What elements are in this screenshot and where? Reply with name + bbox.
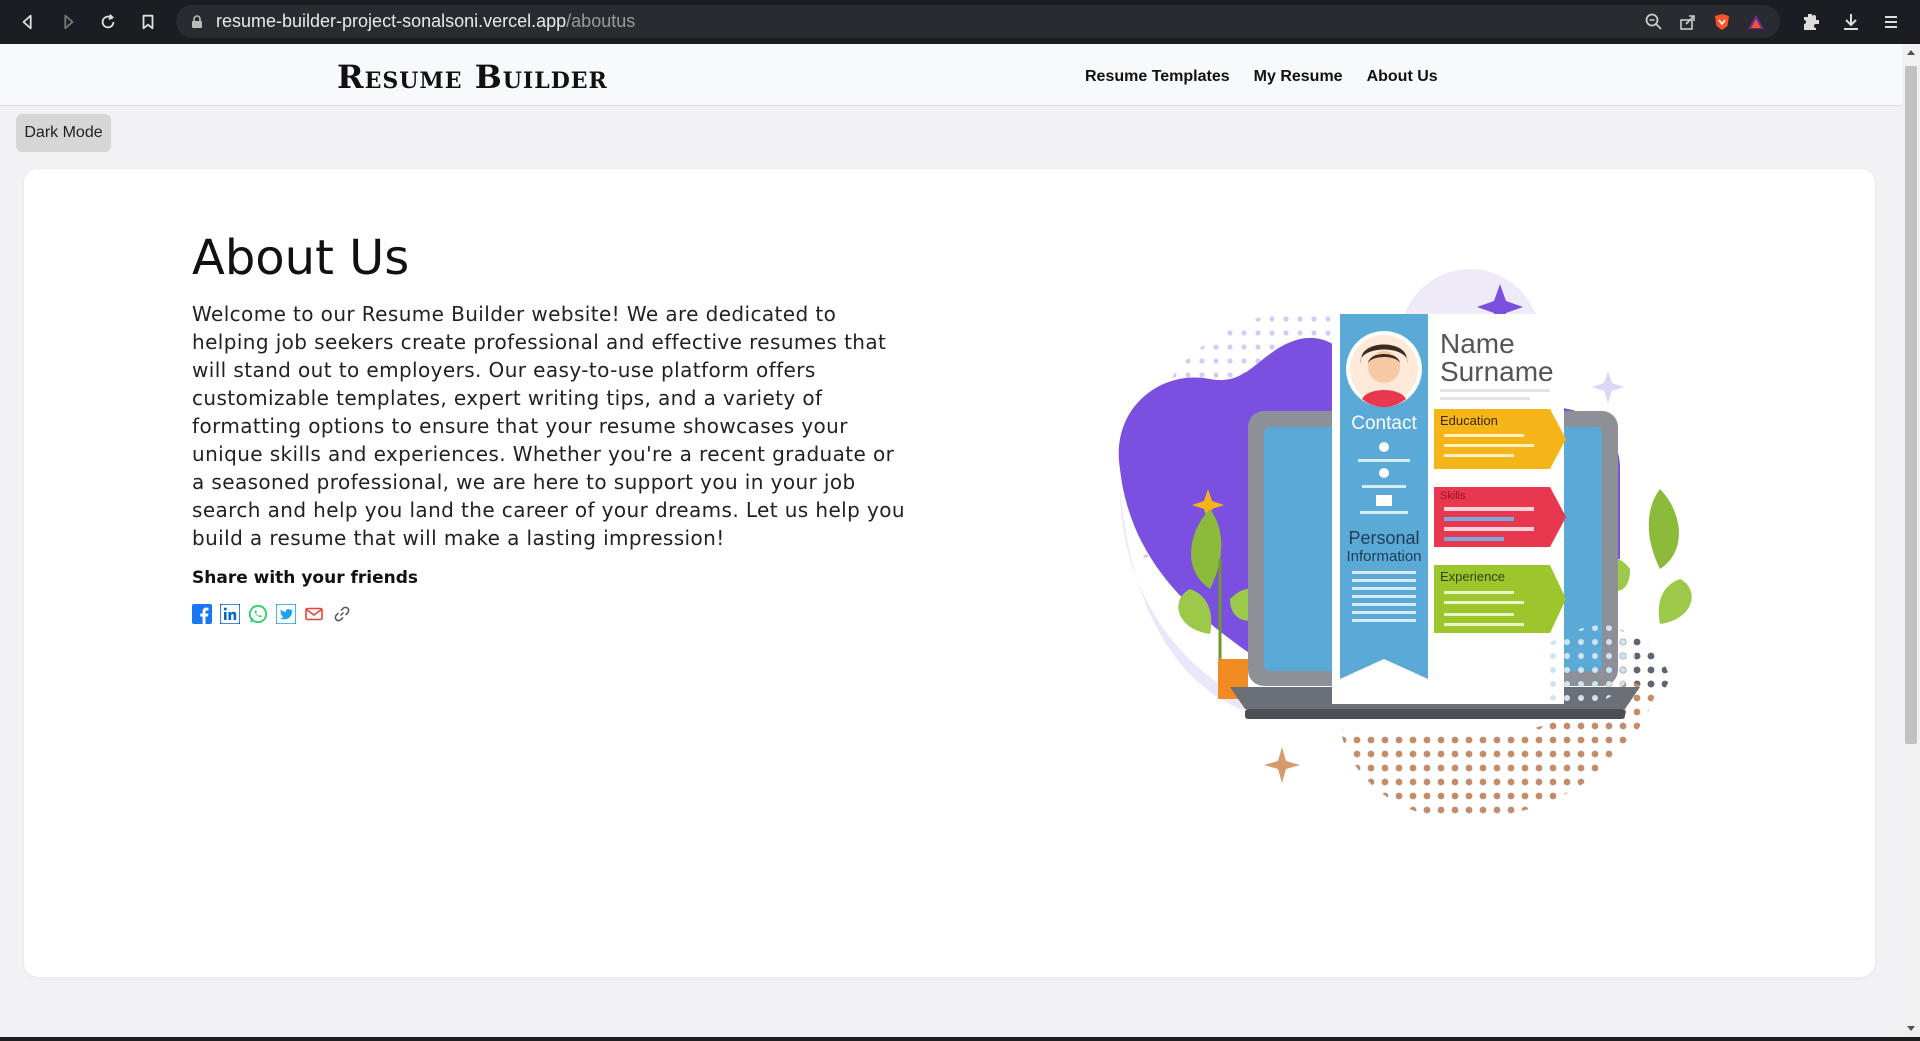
resume-surname: Surname [1440,356,1554,387]
nav-resume-templates[interactable]: Resume Templates [1085,68,1230,86]
share-icons [192,604,352,624]
about-description: Welcome to our Resume Builder website! W… [192,302,905,550]
reload-icon[interactable] [88,0,128,44]
dark-mode-button[interactable]: Dark Mode [16,114,111,152]
resume-contact-label: Contact [1351,413,1417,434]
twitter-icon[interactable] [276,604,296,624]
zoom-icon[interactable] [1644,12,1664,32]
linkedin-icon[interactable] [220,604,240,624]
scroll-down-icon[interactable] [1907,1026,1915,1031]
nav-about-us[interactable]: About Us [1367,68,1438,86]
site-header: Resume Builder Resume Templates My Resum… [0,44,1902,106]
extensions-icon[interactable] [1800,0,1822,44]
url-path: /aboutus [566,11,636,31]
resume-education-label: Education [1440,413,1498,428]
resume-personal-label-1: Personal [1348,528,1419,548]
brave-rewards-icon[interactable] [1746,12,1766,32]
browser-toolbar: resume-builder-project-sonalsoni.vercel.… [0,0,1920,44]
resume-name: Name [1440,328,1515,359]
whatsapp-icon[interactable] [248,604,268,624]
share-label: Share with your friends [192,568,419,588]
resume-personal-label-2: Information [1346,548,1421,565]
share-page-icon[interactable] [1678,12,1698,32]
address-bar[interactable]: resume-builder-project-sonalsoni.vercel.… [176,5,1780,38]
resume-laptop-illustration: Contact Personal Information Name Surnam… [1118,269,1692,819]
back-icon[interactable] [8,0,48,44]
email-icon[interactable] [304,604,324,624]
brave-shield-icon[interactable] [1712,12,1732,32]
url-domain: resume-builder-project-sonalsoni.vercel.… [216,11,567,31]
resume-skills-label: Skills [1440,490,1466,502]
page-scrollbar[interactable] [1902,44,1920,1037]
site-logo[interactable]: Resume Builder [337,58,608,96]
page-title: About Us [192,230,410,286]
menu-icon[interactable] [1880,0,1902,44]
page-viewport: Resume Builder Resume Templates My Resum… [0,44,1902,1037]
scrollbar-thumb[interactable] [1905,66,1917,744]
main-nav: Resume Templates My Resume About Us [1085,68,1438,86]
copy-link-icon[interactable] [332,604,352,624]
bookmark-icon[interactable] [128,0,168,44]
scroll-up-icon[interactable] [1907,50,1915,55]
url-text: resume-builder-project-sonalsoni.vercel.… [216,11,635,32]
nav-my-resume[interactable]: My Resume [1254,68,1343,86]
resume-experience-label: Experience [1440,569,1505,584]
forward-icon[interactable] [48,0,88,44]
download-icon[interactable] [1840,0,1862,44]
lock-icon [192,14,202,28]
facebook-icon[interactable] [192,604,212,624]
